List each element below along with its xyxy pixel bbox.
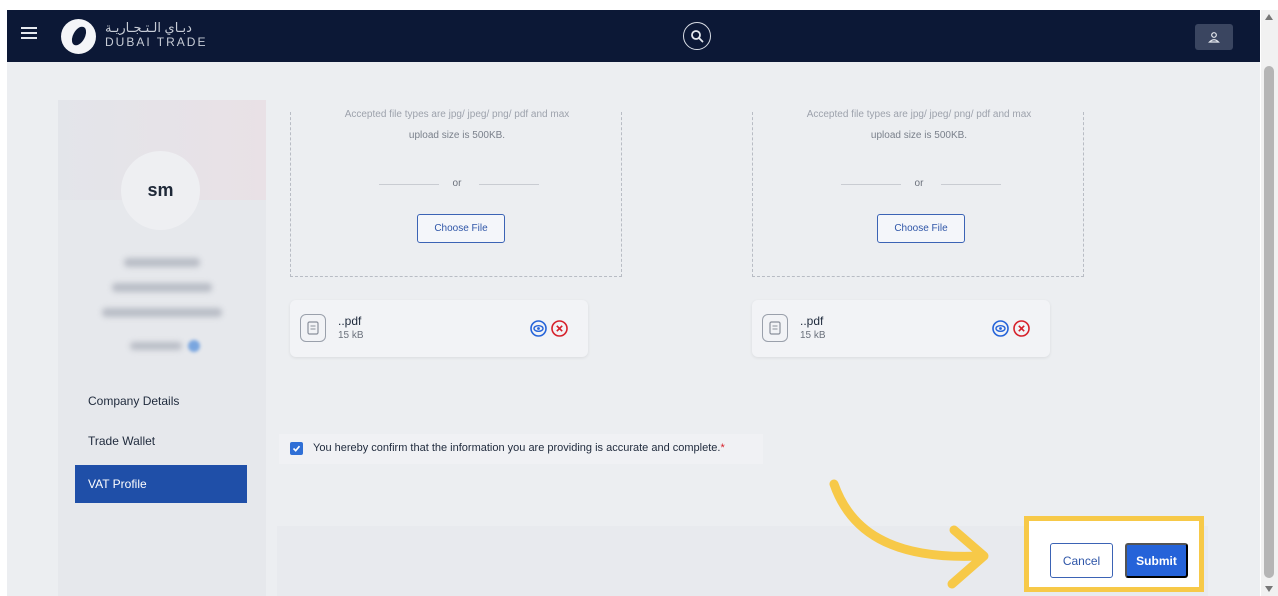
sidebar-panel: sm Company Details Trade Wallet VAT Prof… (58, 100, 266, 590)
file-icon (300, 314, 326, 342)
user-menu-button[interactable] (1195, 24, 1233, 50)
file-size: 15 kB (338, 330, 364, 341)
tutorial-arrow-icon (829, 479, 989, 589)
blurred-name-line (112, 283, 212, 292)
user-icon (1208, 32, 1220, 43)
view-file-icon[interactable] (530, 320, 547, 337)
search-icon (691, 30, 704, 43)
file-name: ..pdf (338, 314, 362, 328)
hamburger-icon[interactable] (21, 27, 37, 45)
avatar: sm (121, 151, 200, 230)
scrollbar-thumb[interactable] (1264, 66, 1274, 578)
blurred-name-line (124, 258, 200, 267)
file-size: 15 kB (800, 330, 826, 341)
browser-page: دبـاي الـتـجـاريـة DUBAI TRADE sm Compan… (0, 0, 1278, 596)
divider (479, 184, 539, 185)
or-label: or (914, 178, 924, 189)
sidebar-item-trade-wallet[interactable]: Trade Wallet (75, 422, 247, 460)
view-file-icon[interactable] (992, 320, 1009, 337)
confirmation-row: You hereby confirm that the information … (279, 434, 763, 464)
cancel-button[interactable]: Cancel (1050, 543, 1113, 578)
search-button[interactable] (683, 22, 711, 50)
upload-dropzone-2[interactable]: Accepted file types are jpg/ jpeg/ png/ … (752, 109, 1084, 277)
sidebar-item-vat-profile[interactable]: VAT Profile (75, 465, 247, 503)
file-icon (762, 314, 788, 342)
upload-hint: upload size is 500KB. (408, 130, 506, 141)
blurred-name-line (102, 308, 222, 317)
upload-hint: upload size is 500KB. (870, 130, 968, 141)
blurred-id-line (130, 342, 182, 350)
upload-hint-partial: Accepted file types are jpg/ jpeg/ png/ … (806, 109, 1032, 120)
file-name: ..pdf (800, 314, 824, 328)
upload-hint-partial: Accepted file types are jpg/ jpeg/ png/ … (344, 109, 570, 120)
checkmark-icon (292, 445, 301, 452)
scroll-up-arrow-icon[interactable] (1265, 14, 1273, 20)
verified-icon (188, 340, 200, 352)
logo-arabic-text: دبـاي الـتـجـاريـة (105, 20, 192, 35)
divider (941, 184, 1001, 185)
sidebar-item-company-details[interactable]: Company Details (75, 382, 247, 420)
uploaded-file-card-2: ..pdf 15 kB (752, 300, 1050, 357)
uploaded-file-card-1: ..pdf 15 kB (290, 300, 588, 357)
required-mark: * (720, 442, 725, 454)
dubai-trade-logo-icon[interactable] (61, 19, 96, 54)
top-navigation-bar: دبـاي الـتـجـاريـة DUBAI TRADE (7, 10, 1260, 62)
confirm-checkbox[interactable] (290, 442, 303, 455)
choose-file-button[interactable]: Choose File (417, 214, 505, 243)
scroll-down-arrow-icon[interactable] (1265, 586, 1273, 592)
or-label: or (452, 178, 462, 189)
remove-file-icon[interactable] (551, 320, 568, 337)
remove-file-icon[interactable] (1013, 320, 1030, 337)
upload-dropzone-1[interactable]: Accepted file types are jpg/ jpeg/ png/ … (290, 109, 622, 277)
choose-file-button[interactable]: Choose File (877, 214, 965, 243)
submit-button[interactable]: Submit (1125, 543, 1188, 578)
confirm-text: You hereby confirm that the information … (313, 442, 721, 454)
confirm-label: You hereby confirm that the information … (313, 442, 725, 454)
logo-english-text: DUBAI TRADE (105, 35, 208, 49)
